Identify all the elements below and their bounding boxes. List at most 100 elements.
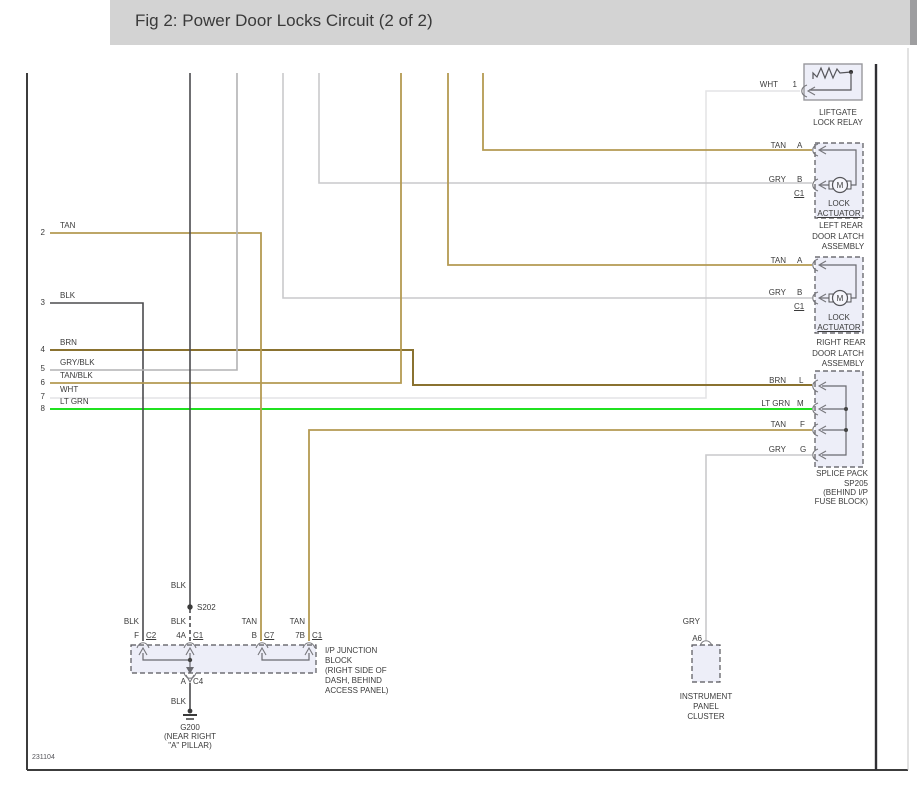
pin-label: F bbox=[134, 631, 139, 640]
instrument-cluster-box bbox=[691, 644, 721, 683]
wire-color-label: BLK bbox=[170, 617, 186, 626]
pin-label: A bbox=[180, 677, 186, 686]
wire-color-label: TAN bbox=[60, 221, 76, 230]
wire-color-label: LT GRN bbox=[60, 397, 89, 406]
junction-dot bbox=[187, 657, 193, 663]
pin-label: 7B bbox=[295, 631, 305, 640]
component-name: INSTRUMENT bbox=[679, 692, 733, 701]
wire-tanblk-pin6 bbox=[50, 73, 402, 384]
wire-tan-right-rear-a bbox=[447, 73, 812, 266]
pin-label: F bbox=[800, 420, 805, 429]
wire-color-label: TAN bbox=[241, 617, 257, 626]
splice-label: S202 bbox=[197, 603, 216, 612]
wire-color-label: GRY bbox=[768, 175, 786, 184]
component-name: LOCK RELAY bbox=[813, 118, 863, 127]
component-name: LEFT REAR bbox=[819, 221, 863, 230]
pin-number: 3 bbox=[40, 298, 45, 307]
wire-color-label: LT GRN bbox=[761, 399, 790, 408]
component-name: (BEHIND I/P bbox=[823, 488, 868, 497]
connector-label: C1 bbox=[794, 189, 805, 198]
wire-brn-to-splice-l bbox=[50, 349, 812, 386]
wire-tan-splice-f-to-junction bbox=[308, 429, 812, 641]
pin-label: A bbox=[797, 256, 803, 265]
part-label: ACTUATOR bbox=[817, 209, 861, 218]
component-name: (RIGHT SIDE OF bbox=[325, 666, 387, 675]
ground-name: "A" PILLAR) bbox=[168, 741, 212, 750]
part-label: ACTUATOR bbox=[817, 323, 861, 332]
wire-color-label: TAN bbox=[770, 256, 786, 265]
wire-color-label: BRN bbox=[60, 338, 77, 347]
figure-code: 231104 bbox=[32, 754, 55, 761]
ground-name: (NEAR RIGHT bbox=[164, 732, 216, 741]
s202-splice-dot bbox=[187, 604, 193, 610]
pin-number: 6 bbox=[40, 378, 45, 387]
wire-color-label: TAN bbox=[770, 141, 786, 150]
component-name: PANEL bbox=[693, 702, 719, 711]
wire-color-label: GRY bbox=[682, 617, 700, 626]
connector-label: C4 bbox=[193, 677, 204, 686]
wire-gry-left-rear-b bbox=[318, 73, 812, 184]
splice-dot-f bbox=[844, 428, 848, 432]
part-label: LOCK bbox=[828, 313, 850, 322]
wire-color-label: BRN bbox=[769, 376, 786, 385]
pin-label: G bbox=[800, 445, 807, 454]
wire-color-label: BLK bbox=[170, 697, 186, 706]
wire-color-label: GRY/BLK bbox=[60, 358, 95, 367]
ground-name: G200 bbox=[180, 723, 200, 732]
component-name: RIGHT REAR bbox=[816, 338, 866, 347]
wire-color-label: BLK bbox=[60, 291, 76, 300]
wire-color-label: GRY bbox=[768, 288, 786, 297]
component-name: ASSEMBLY bbox=[821, 242, 865, 251]
liftgate-lock-relay-box bbox=[803, 63, 863, 101]
ground-dot bbox=[187, 708, 193, 714]
pin-label: L bbox=[799, 376, 804, 385]
wire-color-label: BLK bbox=[170, 581, 186, 590]
pin-number: 4 bbox=[40, 345, 45, 354]
component-name: CLUSTER bbox=[687, 712, 725, 721]
pin-label: A6 bbox=[692, 634, 702, 643]
connector-label: C2 bbox=[146, 631, 157, 640]
wire-blk-pin3-to-junction bbox=[50, 302, 144, 641]
connector-label: C1 bbox=[193, 631, 204, 640]
pin-number: 8 bbox=[40, 404, 45, 413]
wire-color-label: TAN bbox=[770, 420, 786, 429]
component-name: DOOR LATCH bbox=[812, 349, 864, 358]
component-name: SP205 bbox=[843, 479, 868, 488]
part-label: LOCK bbox=[828, 199, 850, 208]
wire-color-label: TAN bbox=[289, 617, 305, 626]
wire-gry-splice-g-to-cluster bbox=[705, 454, 812, 640]
pin-label: B bbox=[797, 288, 803, 297]
pin-label: B bbox=[797, 175, 803, 184]
wire-color-label: WHT bbox=[759, 80, 778, 89]
pin-number: 5 bbox=[40, 364, 45, 373]
component-name: ACCESS PANEL) bbox=[325, 686, 389, 695]
wire-tan-pin2-to-junction bbox=[50, 232, 262, 641]
component-name: DOOR LATCH bbox=[812, 232, 864, 241]
splice-dot-m bbox=[844, 407, 848, 411]
component-name: DASH, BEHIND bbox=[325, 676, 382, 685]
pin-label: 4A bbox=[176, 631, 186, 640]
wiring-diagram-page: Fig 2: Power Door Locks Circuit (2 of 2) bbox=[0, 0, 917, 786]
pin-number: 2 bbox=[40, 228, 45, 237]
connector-label: C7 bbox=[264, 631, 275, 640]
circuit-diagram-canvas bbox=[26, 48, 909, 771]
connector-label: C1 bbox=[794, 302, 805, 311]
component-name: BLOCK bbox=[325, 656, 353, 665]
pin-label: M bbox=[797, 399, 804, 408]
wire-color-label: GRY bbox=[768, 445, 786, 454]
pin-number: 7 bbox=[40, 392, 45, 401]
component-name: SPLICE PACK bbox=[816, 469, 868, 478]
component-name: LIFTGATE bbox=[819, 108, 857, 117]
wire-color-label: WHT bbox=[60, 385, 79, 394]
connector-label: C1 bbox=[312, 631, 323, 640]
motor-letter: M bbox=[836, 181, 844, 190]
pin-label: B bbox=[251, 631, 257, 640]
motor-letter: M bbox=[836, 294, 844, 303]
pin-label: 1 bbox=[792, 80, 797, 89]
wire-color-label: TAN/BLK bbox=[60, 371, 93, 380]
junction-block-box bbox=[130, 644, 317, 674]
component-name: I/P JUNCTION bbox=[325, 646, 378, 655]
wire-wht-to-relay bbox=[50, 90, 800, 399]
component-name: ASSEMBLY bbox=[821, 359, 865, 368]
pin-label: A bbox=[797, 141, 803, 150]
